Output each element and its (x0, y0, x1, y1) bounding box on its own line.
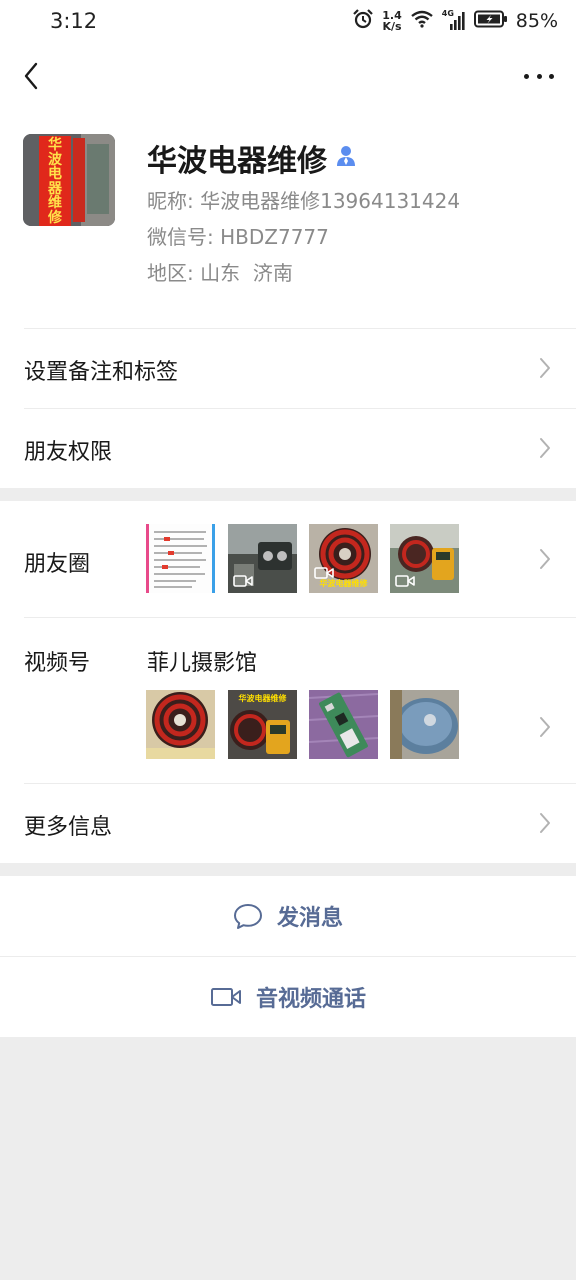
status-time: 3:12 (50, 9, 98, 33)
region-line: 地区: 山东 济南 (147, 257, 293, 286)
nickname-value: 华波电器维修13964131424 (200, 189, 461, 213)
chevron-left-icon (24, 62, 38, 90)
top-nav (0, 44, 576, 110)
battery-charging-icon (473, 10, 508, 32)
moments-row[interactable]: 朋友圈 华波电器维修 (0, 501, 576, 617)
divider (24, 408, 576, 409)
video-call-label: 音视频通话 (255, 987, 366, 1012)
moments-label: 朋友圈 (24, 552, 91, 577)
region-value: 山东 济南 (200, 261, 293, 285)
channel-thumb (146, 690, 215, 759)
moments-thumb: 华波电器维修 (309, 524, 378, 593)
channel-name: 菲儿摄影馆 (147, 651, 258, 676)
nickname-label: 昵称: (147, 189, 194, 213)
video-call-button[interactable]: 音视频通话 (0, 956, 576, 1037)
status-icons: 1.4 K/s 4G 85% (352, 8, 558, 34)
signal-icon: 4G (442, 10, 466, 32)
chevron-right-icon (540, 358, 550, 378)
nickname-line: 昵称: 华波电器维修13964131424 (147, 185, 460, 214)
wechat-id-label: 微信号: (147, 225, 214, 249)
thumb-caption: 华波电器维修 (238, 694, 287, 703)
profile-header: 华波电器维修 华波电器维修 昵称: 华波电器维修13964131424 微信号:… (0, 110, 576, 328)
remark-tags-label: 设置备注和标签 (24, 360, 179, 385)
chevron-right-icon (540, 549, 550, 569)
back-button[interactable] (14, 58, 48, 94)
wifi-icon (410, 9, 434, 33)
moments-thumb (146, 524, 215, 593)
video-icon (314, 567, 334, 579)
status-bar: 3:12 1.4 K/s 4G 85% (0, 0, 576, 44)
wechat-id-value: HBDZ7777 (220, 225, 329, 249)
channels-label: 视频号 (24, 651, 91, 676)
more-info-row[interactable]: 更多信息 (0, 783, 576, 863)
wechat-id-line: 微信号: HBDZ7777 (147, 221, 329, 250)
channel-thumb: 华波电器维修 (228, 690, 297, 759)
divider (24, 328, 576, 329)
send-message-label: 发消息 (276, 906, 343, 931)
net-speed: 1.4 K/s (382, 10, 402, 32)
alarm-icon (352, 8, 374, 34)
person-verified-icon (335, 144, 359, 172)
friend-permissions-label: 朋友权限 (24, 440, 113, 465)
chat-bubble-icon (233, 904, 262, 929)
moments-thumb (228, 524, 297, 593)
thumb-caption: 华波电器维修 (319, 579, 368, 588)
channel-thumb (309, 690, 378, 759)
divider (24, 783, 576, 784)
avatar[interactable]: 华波电器维修 (23, 134, 115, 226)
chevron-right-icon (540, 717, 550, 737)
moments-thumb (390, 524, 459, 593)
chevron-right-icon (540, 813, 550, 833)
region-label: 地区: (147, 261, 194, 285)
more-info-label: 更多信息 (24, 815, 113, 840)
video-icon (395, 575, 415, 587)
net-speed-unit: K/s (382, 20, 402, 33)
channels-row[interactable]: 视频号 菲儿摄影馆 华波电器维修 (0, 617, 576, 783)
send-message-button[interactable]: 发消息 (0, 876, 576, 956)
display-name-row: 华波电器维修 (147, 136, 359, 180)
video-camera-icon (210, 988, 241, 1006)
avatar-sign-text: 华波电器维修 (48, 137, 62, 226)
remark-tags-row[interactable]: 设置备注和标签 (0, 328, 576, 408)
battery-percent: 85% (515, 10, 558, 32)
divider (0, 956, 576, 957)
divider (24, 617, 576, 618)
more-dots-icon[interactable] (524, 66, 554, 86)
chevron-right-icon (540, 438, 550, 458)
channel-thumb (390, 690, 459, 759)
video-icon (233, 575, 253, 587)
friend-permissions-row[interactable]: 朋友权限 (0, 408, 576, 488)
display-name: 华波电器维修 (147, 144, 327, 179)
